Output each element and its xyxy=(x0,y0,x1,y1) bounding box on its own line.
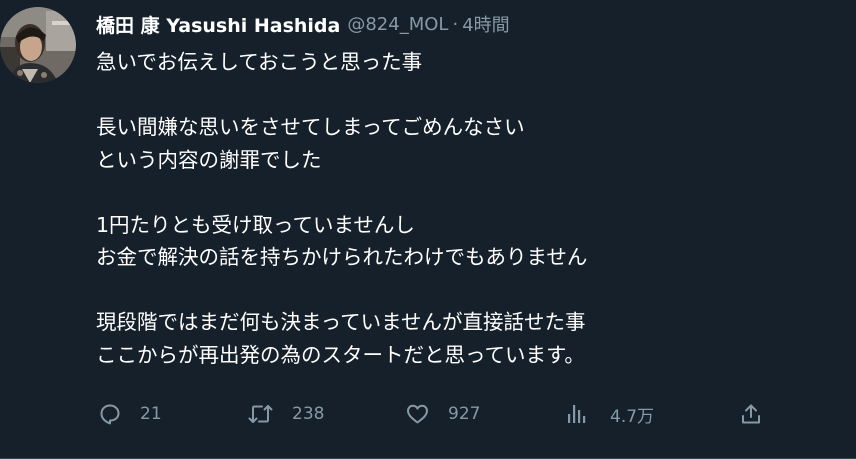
tweet-line: 1円たりとも受け取っていませんし xyxy=(96,212,415,237)
share-button[interactable] xyxy=(739,394,763,434)
tweet-line xyxy=(96,79,836,112)
action-bar: 21 238 927 4.7万 xyxy=(0,394,856,434)
tweet-line: という内容の謝罪でした xyxy=(96,147,322,172)
tweet-header: 橋田 康 Yasushi Hashida @824_MOL · 4時間 xyxy=(96,10,510,38)
retweet-button[interactable]: 238 xyxy=(247,394,324,434)
tweet[interactable]: 橋田 康 Yasushi Hashida @824_MOL · 4時間 急いでお… xyxy=(0,0,856,459)
tweet-line: 現段階ではまだ何も決まっていませんが直接話せた事 xyxy=(96,310,586,334)
retweet-icon xyxy=(247,402,274,426)
display-name[interactable]: 橋田 康 Yasushi Hashida xyxy=(96,11,340,38)
tweet-line: 急いでお伝えしておこうと思った事 xyxy=(96,50,423,74)
tweet-line: お金で解決の話を持ちかけられたわけでもありません xyxy=(96,245,588,269)
reply-icon xyxy=(98,402,122,426)
views-count: 4.7万 xyxy=(610,406,655,427)
views-button[interactable]: 4.7万 xyxy=(566,394,654,434)
reply-count: 21 xyxy=(140,404,162,424)
avatar[interactable] xyxy=(0,7,76,83)
separator-dot: · xyxy=(452,13,459,35)
tweet-line: ここからが再出発の為のスタートだと思っています。 xyxy=(96,342,585,367)
views-icon xyxy=(566,402,590,426)
tweet-line xyxy=(96,176,836,209)
heart-icon xyxy=(405,402,430,426)
timestamp[interactable]: 4時間 xyxy=(462,11,509,37)
retweet-count: 238 xyxy=(292,404,325,424)
tweet-line: 長い間嫌な思いをさせてしまってごめんなさい xyxy=(96,115,525,139)
reply-button[interactable]: 21 xyxy=(98,394,162,434)
tweet-line xyxy=(96,274,836,307)
user-handle[interactable]: @824_MOL xyxy=(347,14,448,35)
like-count: 927 xyxy=(448,404,481,424)
tweet-text: 急いでお伝えしておこうと思った事 長い間嫌な思いをさせてしまってごめんなさい と… xyxy=(96,46,836,371)
share-icon xyxy=(739,402,763,426)
like-button[interactable]: 927 xyxy=(405,394,480,434)
